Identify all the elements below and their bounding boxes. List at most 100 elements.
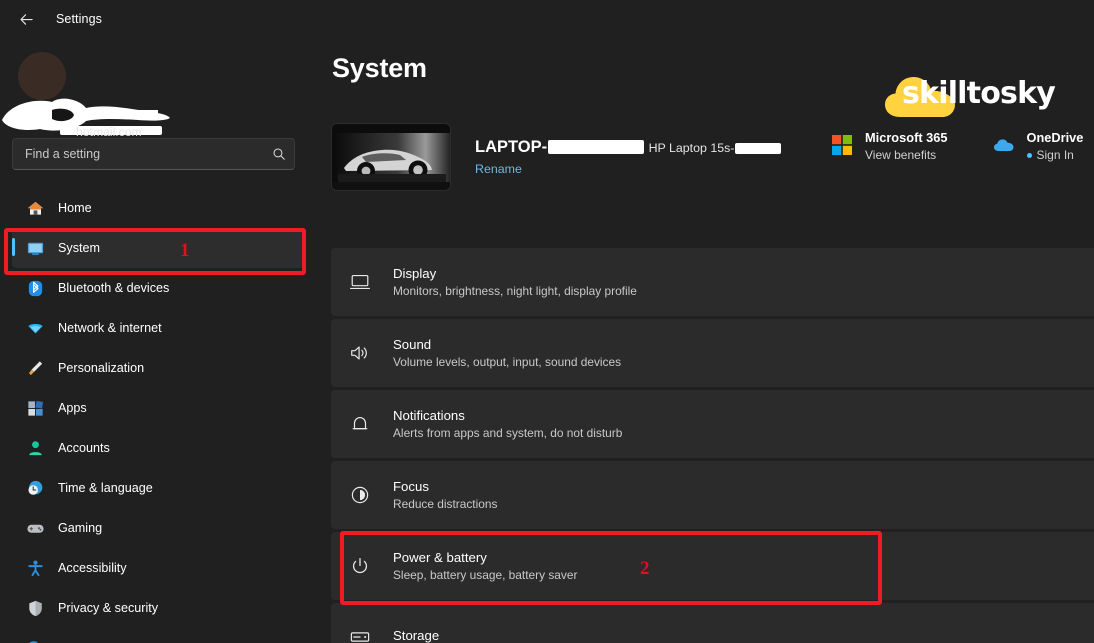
wifi-icon	[22, 317, 48, 339]
sidebar-item-label: Personalization	[58, 361, 144, 375]
settings-row-title: Display	[393, 266, 637, 281]
settings-window: Settings hotmail.com	[0, 0, 1094, 643]
settings-row-power-battery[interactable]: Power & battery Sleep, battery usage, ba…	[331, 532, 1094, 600]
settings-row-subtitle: Monitors, brightness, night light, displ…	[393, 284, 637, 298]
settings-row-title: Storage	[393, 628, 439, 643]
account-subtitle: View benefits	[865, 148, 948, 162]
sidebar-item-time-language[interactable]: Time & language	[12, 468, 306, 508]
rename-link[interactable]: Rename	[475, 162, 522, 176]
settings-row-title: Notifications	[393, 408, 622, 423]
sidebar-item-label: Accounts	[58, 441, 110, 455]
search-icon	[264, 147, 294, 161]
settings-row-text: Notifications Alerts from apps and syste…	[393, 408, 622, 440]
settings-row-text: Focus Reduce distractions	[393, 479, 497, 511]
window-title: Settings	[56, 12, 102, 26]
user-profile[interactable]: hotmail.com	[0, 40, 318, 120]
sidebar-item-label: Privacy & security	[58, 601, 158, 615]
sidebar-item-privacy-security[interactable]: Privacy & security	[12, 588, 306, 628]
sidebar-item-accounts[interactable]: Accounts	[12, 428, 306, 468]
account-title: OneDrive	[1027, 130, 1084, 145]
onedrive-link[interactable]: OneDrive Sign In	[992, 130, 1084, 162]
sidebar-item-home[interactable]: Home	[12, 188, 306, 228]
settings-list: Display Monitors, brightness, night ligh…	[331, 248, 1094, 643]
settings-row-text: Storage	[393, 628, 439, 643]
status-dot	[1027, 153, 1032, 158]
sidebar-item-apps[interactable]: Apps	[12, 388, 306, 428]
device-thumbnail	[331, 123, 451, 191]
clock-globe-icon	[22, 477, 48, 499]
home-icon	[22, 197, 48, 219]
shield-icon	[22, 597, 48, 619]
settings-row-subtitle: Sleep, battery usage, battery saver	[393, 568, 577, 582]
microsoft-365-link[interactable]: Microsoft 365 View benefits	[830, 130, 948, 162]
sidebar-item-network-internet[interactable]: Network & internet	[12, 308, 306, 348]
settings-row-title: Sound	[393, 337, 621, 352]
page-title: System	[332, 53, 427, 84]
sidebar-item-windows-update[interactable]	[12, 628, 306, 643]
avatar	[18, 52, 66, 100]
account-title: Microsoft 365	[865, 130, 948, 145]
gamepad-icon	[22, 517, 48, 539]
back-arrow-icon	[19, 12, 34, 27]
windows-update-icon	[22, 637, 48, 643]
apps-icon	[22, 397, 48, 419]
account-subtitle: Sign In	[1027, 148, 1084, 162]
settings-row-title: Focus	[393, 479, 497, 494]
sidebar-item-label: Gaming	[58, 521, 102, 535]
sidebar-item-label: Bluetooth & devices	[58, 281, 169, 295]
sidebar-item-label: Apps	[58, 401, 87, 415]
sidebar-item-gaming[interactable]: Gaming	[12, 508, 306, 548]
sidebar-item-label: Time & language	[58, 481, 153, 495]
microsoft-365-icon	[830, 133, 854, 157]
settings-row-display[interactable]: Display Monitors, brightness, night ligh…	[331, 248, 1094, 316]
settings-row-text: Display Monitors, brightness, night ligh…	[393, 266, 637, 298]
sidebar-item-label: Home	[58, 201, 92, 215]
sidebar-item-label: Network & internet	[58, 321, 162, 335]
device-model: HP Laptop 15s-	[649, 141, 782, 155]
sidebar-item-accessibility[interactable]: Accessibility	[12, 548, 306, 588]
settings-row-title: Power & battery	[393, 550, 577, 565]
watermark-text: skilltosky	[902, 76, 1055, 111]
settings-row-sound[interactable]: Sound Volume levels, output, input, soun…	[331, 319, 1094, 387]
title-bar: Settings	[0, 0, 1094, 38]
settings-row-focus[interactable]: Focus Reduce distractions	[331, 461, 1094, 529]
bluetooth-icon	[22, 277, 48, 299]
account-person-icon	[22, 437, 48, 459]
sidebar-item-personalization[interactable]: Personalization	[12, 348, 306, 388]
settings-row-text: Power & battery Sleep, battery usage, ba…	[393, 550, 577, 582]
redaction-block	[548, 140, 644, 154]
annotation-number-1: 1	[180, 240, 190, 262]
bell-icon	[349, 413, 383, 435]
main-content: System	[318, 38, 1094, 643]
settings-row-subtitle: Alerts from apps and system, do not dist…	[393, 426, 622, 440]
search-box[interactable]	[12, 138, 295, 170]
watermark-skilltosky: skilltosky	[884, 67, 1074, 117]
paintbrush-icon	[22, 357, 48, 379]
profile-email: hotmail.com	[76, 125, 142, 139]
onedrive-cloud-icon	[992, 133, 1016, 157]
sidebar-nav: Home System	[0, 188, 318, 643]
system-monitor-icon	[22, 237, 48, 259]
account-links: Microsoft 365 View benefits OneDrive Sig…	[830, 130, 1083, 162]
sidebar-item-bluetooth-devices[interactable]: Bluetooth & devices	[12, 268, 306, 308]
sidebar-item-label: Accessibility	[58, 561, 127, 575]
speaker-icon	[349, 342, 383, 364]
sidebar: hotmail.com Home	[0, 38, 318, 643]
device-name: LAPTOP-	[475, 138, 644, 157]
settings-row-subtitle: Volume levels, output, input, sound devi…	[393, 355, 621, 369]
annotation-number-2: 2	[640, 558, 650, 580]
settings-row-text: Sound Volume levels, output, input, soun…	[393, 337, 621, 369]
settings-row-notifications[interactable]: Notifications Alerts from apps and syste…	[331, 390, 1094, 458]
settings-row-storage[interactable]: Storage	[331, 603, 1094, 643]
accessibility-person-icon	[22, 557, 48, 579]
display-monitor-icon	[349, 271, 383, 293]
sidebar-item-system[interactable]: System	[12, 228, 306, 268]
search-input[interactable]	[13, 147, 264, 161]
focus-icon	[349, 484, 383, 506]
back-button[interactable]	[10, 5, 42, 33]
storage-drive-icon	[349, 626, 383, 643]
settings-row-subtitle: Reduce distractions	[393, 497, 497, 511]
sports-car-wallpaper	[332, 124, 451, 191]
power-icon	[349, 555, 383, 577]
device-meta: LAPTOP- HP Laptop 15s- Rename	[475, 137, 781, 178]
